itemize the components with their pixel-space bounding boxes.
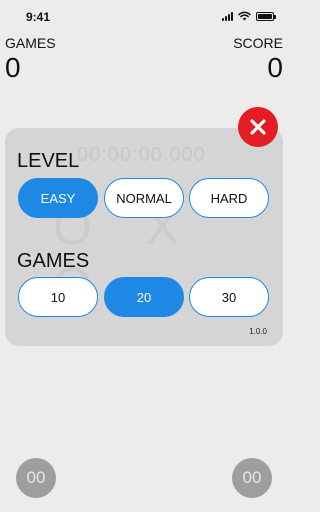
right-counter-button[interactable]: 00 (232, 458, 272, 498)
battery-icon (256, 11, 276, 21)
games-count-label: GAMES (5, 35, 56, 51)
status-icons (222, 11, 276, 21)
games-10-button[interactable]: 10 (18, 277, 98, 317)
level-label: LEVEL (17, 150, 80, 172)
score-label: SCORE (233, 35, 283, 51)
games-select-label: GAMES (17, 250, 90, 272)
close-button[interactable] (238, 107, 278, 147)
level-normal-button[interactable]: NORMAL (104, 178, 184, 218)
games-count-value: 0 (5, 52, 21, 83)
signal-icon (222, 11, 233, 21)
level-hard-button[interactable]: HARD (189, 178, 269, 218)
close-icon (250, 119, 266, 135)
games-20-button[interactable]: 20 (104, 277, 184, 317)
status-time: 9:41 (26, 10, 51, 24)
status-bar: 9:41 (0, 0, 288, 36)
games-30-button[interactable]: 30 (189, 277, 269, 317)
level-easy-button[interactable]: EASY (18, 178, 98, 218)
left-counter-button[interactable]: 00 (16, 458, 56, 498)
timer-display: 00:00:00.000 (77, 144, 206, 166)
wifi-icon (238, 11, 251, 21)
settings-panel: 00:00:00.000 O X O LEVEL EASY NORMAL HAR… (5, 128, 283, 346)
version-label: 1.0.0 (249, 327, 267, 336)
score-value: 0 (267, 52, 283, 83)
